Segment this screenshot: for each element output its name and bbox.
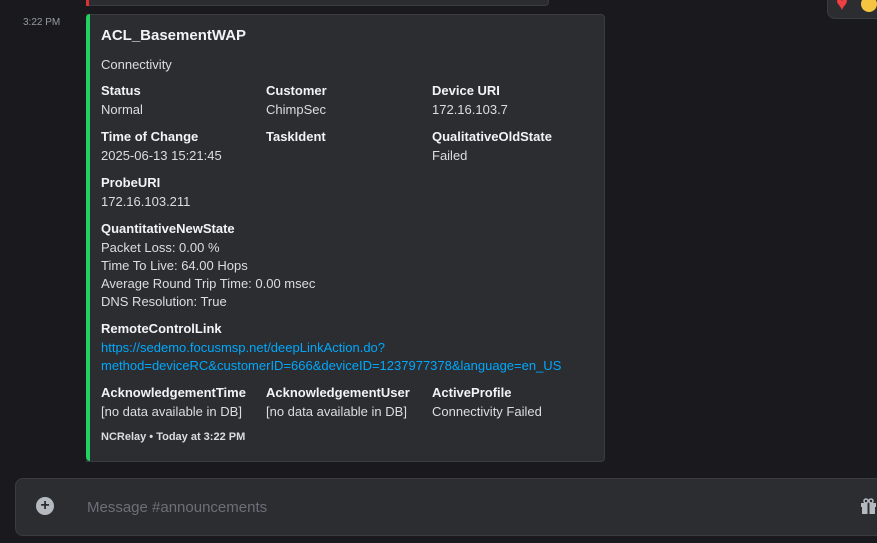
field-name-status: Status	[101, 83, 141, 98]
field-name-active-profile: ActiveProfile	[432, 385, 512, 400]
gift-icon[interactable]	[860, 498, 877, 514]
field-value-acknowledgement-user: [no data available in DB]	[266, 404, 407, 419]
previous-embed-accent	[86, 0, 89, 6]
field-value-device-uri: 172.16.103.7	[432, 102, 508, 117]
quantitative-line: Time To Live: 64.00 Hops	[101, 258, 248, 273]
field-value-active-profile: Connectivity Failed	[432, 404, 542, 419]
embed-accent-bar	[86, 14, 90, 461]
field-name-probe-uri: ProbeURI	[101, 175, 161, 190]
quantitative-line: Packet Loss: 0.00 %	[101, 240, 220, 255]
field-name-customer: Customer	[266, 83, 327, 98]
remote-control-link-line[interactable]: https://sedemo.focusmsp.net/deepLinkActi…	[101, 339, 385, 357]
field-value-customer: ChimpSec	[266, 102, 326, 117]
field-name-acknowledgement-user: AcknowledgementUser	[266, 385, 410, 400]
heart-reaction-icon[interactable]: ♥	[836, 0, 848, 14]
remote-control-link-line[interactable]: method=deviceRC&customerID=666&deviceID=…	[101, 357, 561, 375]
embed-footer: NCRelay • Today at 3:22 PM	[101, 431, 246, 443]
field-value-qualitative-old-state: Failed	[432, 148, 468, 163]
field-name-task-ident: TaskIdent	[266, 129, 326, 144]
field-value-status: Normal	[101, 102, 143, 117]
field-value-acknowledgement-time: [no data available in DB]	[101, 404, 242, 419]
embed-title: ACL_BasementWAP	[101, 27, 247, 44]
field-name-time-of-change: Time of Change	[101, 129, 199, 144]
previous-embed	[86, 0, 549, 6]
field-name-qualitative-old-state: QualitativeOldState	[432, 129, 552, 144]
quantitative-line: DNS Resolution: True	[101, 294, 227, 309]
message-input[interactable]	[85, 495, 789, 519]
field-name-remote-control-link: RemoteControlLink	[101, 321, 222, 336]
field-name-device-uri: Device URI	[432, 83, 500, 98]
field-name-acknowledgement-time: AcknowledgementTime	[101, 385, 246, 400]
embed-description: Connectivity	[101, 57, 172, 72]
field-name-quantitative-new-state: QuantitativeNewState	[101, 221, 235, 236]
message-timestamp: 3:22 PM	[23, 17, 61, 28]
field-value-probe-uri: 172.16.103.211	[101, 194, 191, 209]
quantitative-line: Average Round Trip Time: 0.00 msec	[101, 276, 316, 291]
plus-circle-icon[interactable]: +	[36, 497, 54, 515]
field-value-time-of-change: 2025-06-13 15:21:45	[101, 148, 222, 163]
